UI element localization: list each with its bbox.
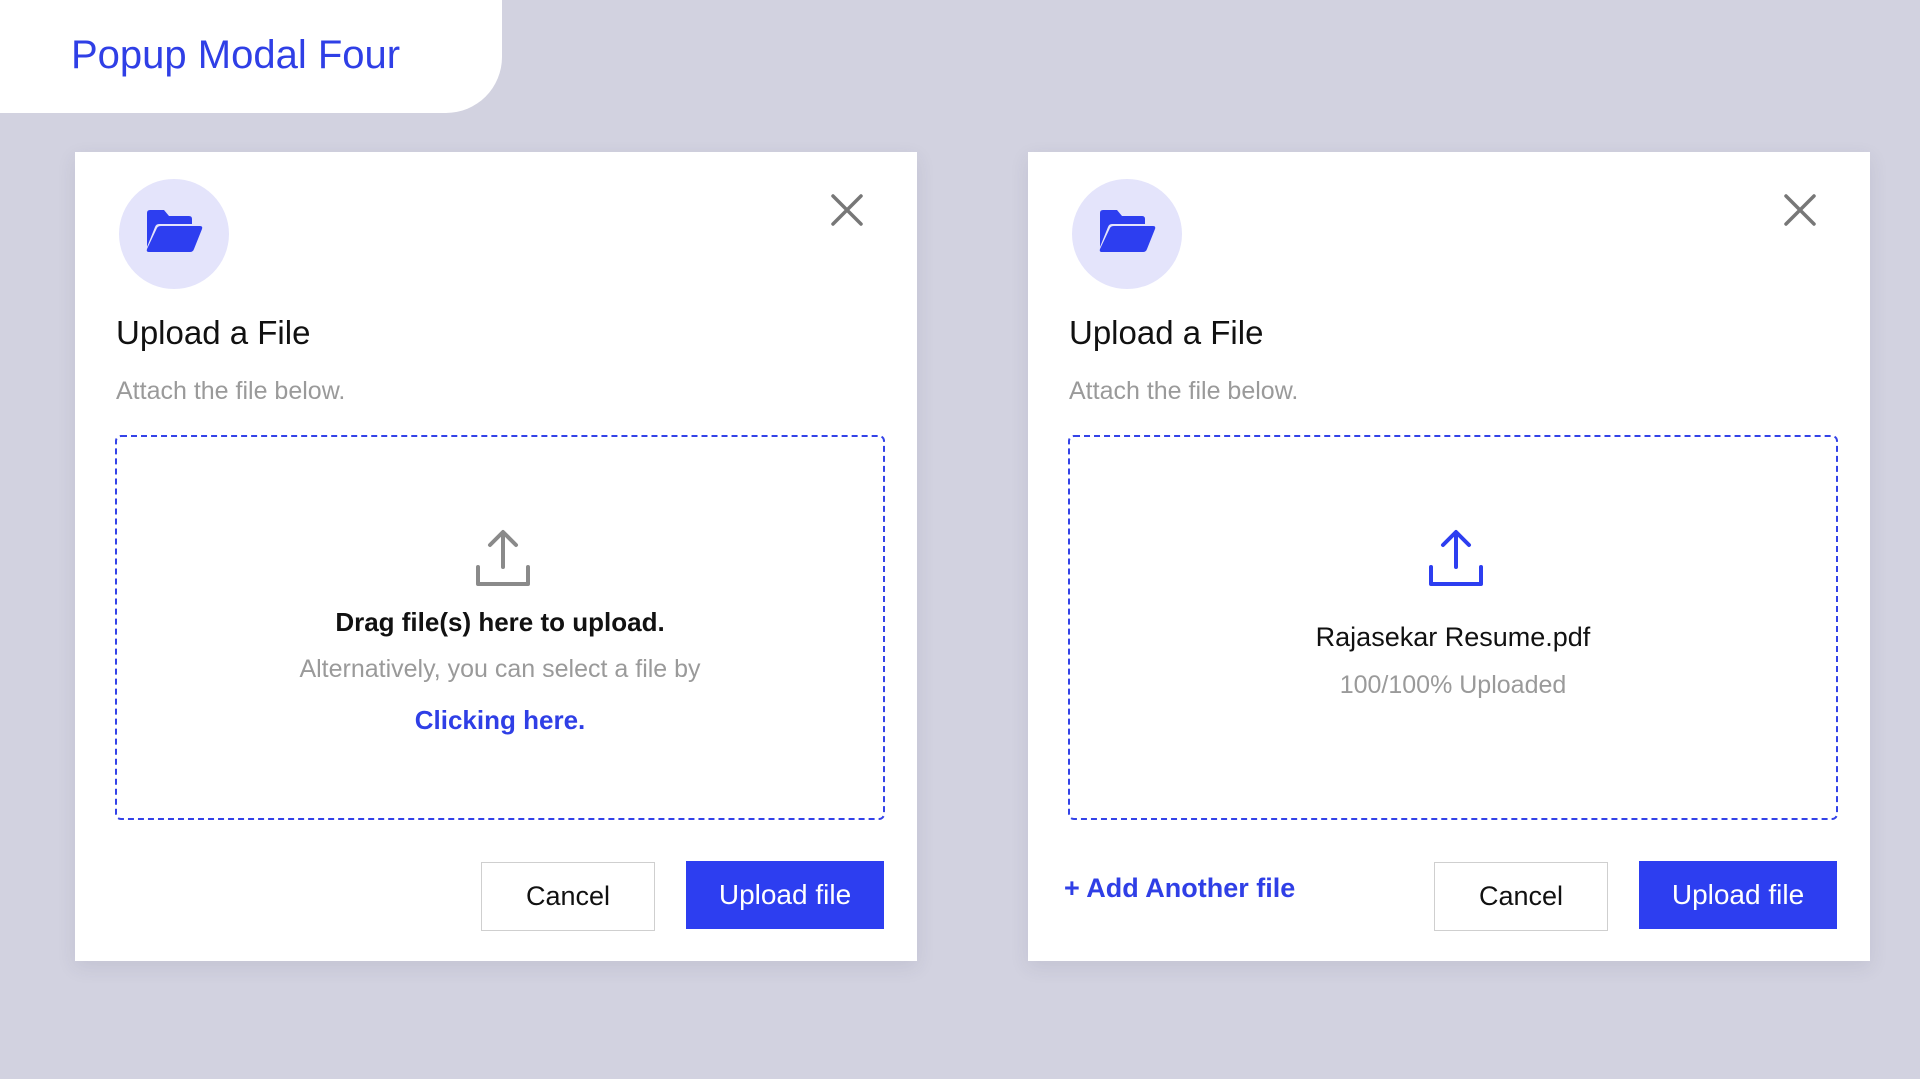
dropzone-alternative-text: Alternatively, you can select a file by xyxy=(299,655,701,683)
close-icon xyxy=(1784,194,1816,226)
modal-title: Upload a File xyxy=(116,314,311,351)
folder-icon-badge xyxy=(119,179,229,289)
file-dropzone[interactable]: Drag file(s) here to upload. Alternative… xyxy=(115,435,885,820)
upload-icon xyxy=(1429,530,1483,586)
modal-subtitle: Attach the file below. xyxy=(116,377,346,405)
close-icon xyxy=(831,194,863,226)
upload-file-button[interactable]: Upload file xyxy=(1639,861,1837,929)
cancel-button[interactable]: Cancel xyxy=(481,862,655,931)
folder-icon-badge xyxy=(1072,179,1182,289)
file-dropzone[interactable]: Rajasekar Resume.pdf 100/100% Uploaded xyxy=(1068,435,1838,820)
uploaded-file-name: Rajasekar Resume.pdf xyxy=(1315,622,1591,652)
folder-open-icon xyxy=(146,210,203,252)
cancel-button[interactable]: Cancel xyxy=(1434,862,1608,931)
close-button[interactable] xyxy=(1780,190,1820,230)
upload-modal-uploaded: Upload a File Attach the file below. Raj… xyxy=(1028,152,1870,961)
dropzone-instruction: Drag file(s) here to upload. xyxy=(335,607,665,637)
upload-progress-status: 100/100% Uploaded xyxy=(1339,671,1567,699)
select-file-link[interactable]: Clicking here. xyxy=(117,705,883,736)
upload-modal-empty: Upload a File Attach the file below. Dra… xyxy=(75,152,917,961)
upload-file-button[interactable]: Upload file xyxy=(686,861,884,929)
modal-subtitle: Attach the file below. xyxy=(1069,377,1299,405)
folder-open-icon xyxy=(1099,210,1156,252)
upload-icon xyxy=(476,530,530,586)
page-title-tab: Popup Modal Four xyxy=(0,0,502,113)
close-button[interactable] xyxy=(827,190,867,230)
add-another-file-link[interactable]: + Add Another file xyxy=(1064,873,1295,904)
modal-title: Upload a File xyxy=(1069,314,1264,351)
page-title: Popup Modal Four xyxy=(71,33,401,77)
page: Popup Modal Four Upload a File Attach th… xyxy=(0,0,1920,1079)
